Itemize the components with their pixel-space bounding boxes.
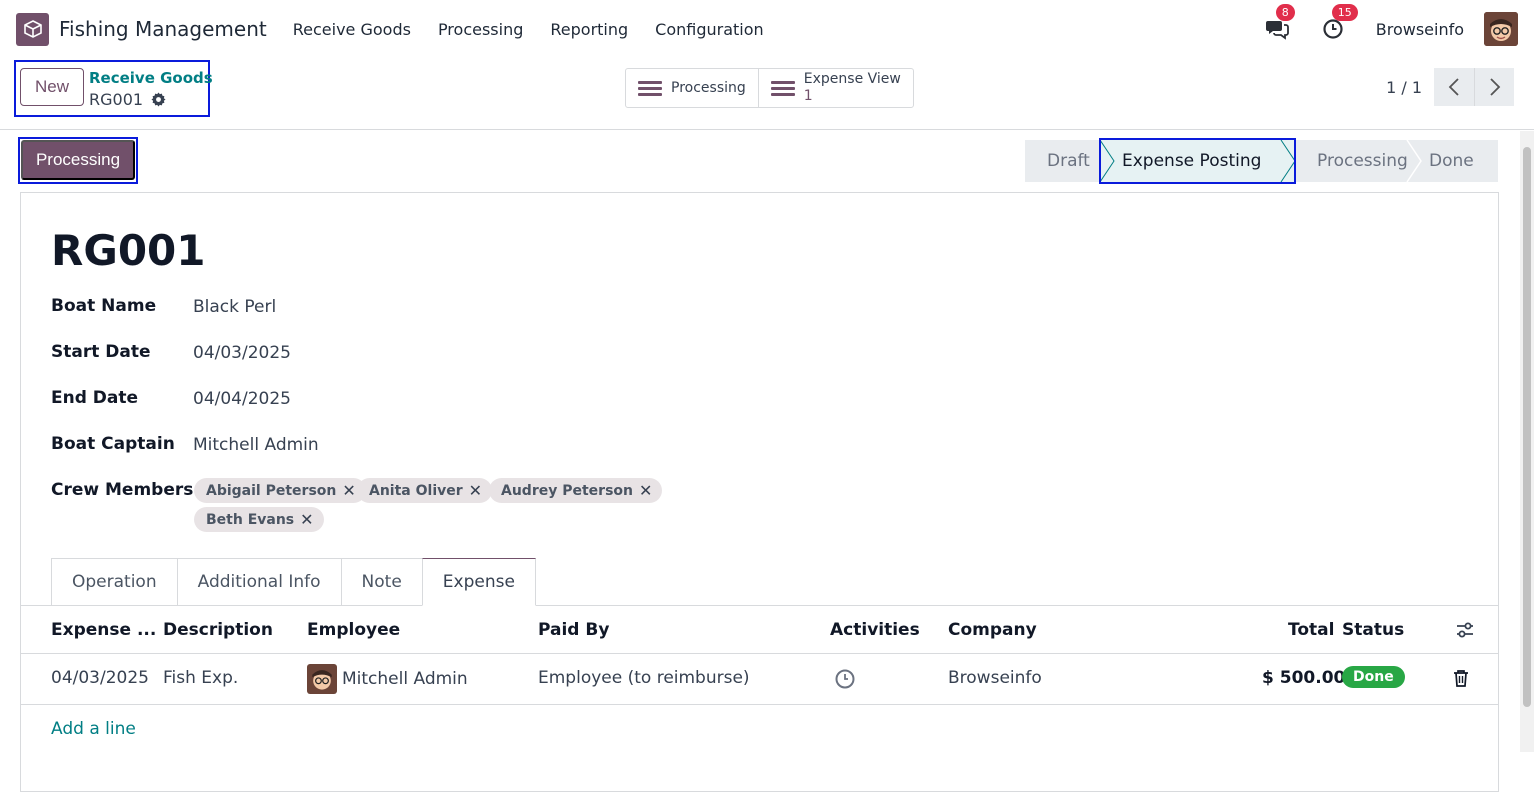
stage-processing-label: Processing (1317, 151, 1408, 171)
column-total[interactable]: Total (1288, 620, 1334, 640)
cell-paid-by: Employee (to reimburse) (538, 668, 750, 688)
user-avatar[interactable] (1484, 12, 1518, 46)
end-date-label: End Date (51, 388, 139, 408)
settings-sliders-icon[interactable] (1456, 621, 1474, 639)
status-badge: Done (1342, 666, 1405, 688)
stage-draft-label: Draft (1047, 151, 1090, 171)
smart-button-expense-view[interactable]: Expense View 1 (759, 69, 913, 107)
smart-button-expense-count: 1 (803, 88, 813, 104)
breadcrumb: Receive Goods RG001 (89, 69, 213, 109)
menu-configuration[interactable]: Configuration (655, 20, 764, 39)
cell-company: Browseinfo (948, 668, 1042, 688)
activities-badge: 15 (1331, 4, 1358, 21)
form-sheet: RG001 Boat Name Black Perl Start Date 04… (20, 192, 1499, 792)
pager: 1 / 1 (1386, 68, 1514, 106)
control-panel: New Receive Goods RG001 Processing Expen… (0, 58, 1534, 130)
app-icon[interactable] (16, 12, 49, 46)
tab-operation[interactable]: Operation (51, 558, 177, 606)
employee-avatar (307, 664, 337, 694)
chevron-right-icon (1489, 78, 1500, 96)
scrollbar-thumb[interactable] (1523, 147, 1531, 707)
column-paid-by[interactable]: Paid By (538, 620, 609, 640)
new-button[interactable]: New (20, 68, 84, 106)
start-date-label: Start Date (51, 342, 151, 362)
menu-reporting[interactable]: Reporting (550, 20, 628, 39)
smart-button-processing-label: Processing (671, 80, 746, 96)
activities-button[interactable]: 15 (1320, 4, 1358, 42)
tab-note[interactable]: Note (340, 558, 422, 606)
breadcrumb-current-label: RG001 (89, 90, 144, 109)
pager-previous-button[interactable] (1434, 68, 1474, 106)
add-line-link[interactable]: Add a line (51, 719, 136, 739)
boat-name-field[interactable]: Black Perl (193, 297, 276, 317)
highlight-box-stage (1099, 138, 1296, 184)
crew-members-label: Crew Members (51, 480, 194, 500)
scrollbar[interactable] (1520, 131, 1534, 752)
trash-icon[interactable] (1453, 669, 1469, 687)
stage-processing[interactable]: Processing (1295, 140, 1408, 182)
smart-buttons: Processing Expense View 1 (625, 68, 914, 108)
pager-value[interactable]: 1 / 1 (1386, 78, 1422, 97)
clock-icon[interactable] (834, 668, 856, 690)
stage-draft[interactable]: Draft (1025, 140, 1100, 182)
chat-icon (1265, 21, 1289, 40)
cell-employee: Mitchell Admin (342, 669, 468, 689)
clock-icon (1323, 19, 1343, 39)
crew-tag-label: Abigail Peterson (206, 482, 337, 499)
cell-total: $ 500.00 (1262, 668, 1346, 688)
boat-captain-label: Boat Captain (51, 434, 175, 454)
table-row[interactable]: 04/03/2025 Fish Exp. Mitchell Admin Empl… (21, 655, 1498, 705)
status-bar: Processing Draft Expense Posting Process… (0, 130, 1534, 192)
column-expense-date[interactable]: Expense ... (51, 620, 156, 640)
column-activities[interactable]: Activities (830, 620, 920, 640)
status-stages: Draft Expense Posting Processing Done (1025, 138, 1498, 184)
crew-tag-label: Anita Oliver (369, 482, 463, 499)
crew-tag[interactable]: Beth Evans ✕ (194, 507, 324, 532)
remove-icon[interactable]: ✕ (639, 481, 652, 500)
app-name[interactable]: Fishing Management (59, 17, 267, 41)
crew-tag[interactable]: Abigail Peterson ✕ (194, 478, 366, 503)
remove-icon[interactable]: ✕ (469, 481, 482, 500)
column-description[interactable]: Description (163, 620, 273, 640)
menu-processing[interactable]: Processing (438, 20, 523, 39)
breadcrumb-current: RG001 (89, 90, 213, 109)
crew-tag-label: Beth Evans (206, 511, 295, 528)
column-company[interactable]: Company (948, 620, 1037, 640)
cell-date: 04/03/2025 (51, 668, 149, 688)
smart-button-processing[interactable]: Processing (626, 69, 759, 107)
list-icon (770, 78, 795, 99)
record-title[interactable]: RG001 (51, 226, 206, 275)
remove-icon[interactable]: ✕ (300, 510, 313, 529)
processing-action-button[interactable]: Processing (21, 140, 135, 180)
stage-done[interactable]: Done (1407, 140, 1498, 182)
end-date-field[interactable]: 04/04/2025 (193, 389, 291, 409)
column-employee[interactable]: Employee (307, 620, 400, 640)
messages-badge: 8 (1275, 4, 1295, 21)
top-navbar: Fishing Management Receive Goods Process… (0, 0, 1534, 58)
gear-icon[interactable] (151, 92, 166, 107)
chevron-left-icon (1448, 78, 1459, 96)
crew-tag-label: Audrey Peterson (501, 482, 633, 499)
company-switcher[interactable]: Browseinfo (1376, 20, 1464, 39)
notebook-tabs: Operation Additional Info Note Expense (51, 558, 536, 606)
crew-tag[interactable]: Audrey Peterson ✕ (489, 478, 663, 503)
smart-button-expense-label: Expense View (803, 71, 901, 87)
table-header: Expense ... Description Employee Paid By… (21, 606, 1498, 654)
remove-icon[interactable]: ✕ (342, 481, 355, 500)
boat-captain-field[interactable]: Mitchell Admin (193, 435, 319, 455)
boat-name-label: Boat Name (51, 296, 157, 316)
cell-description: Fish Exp. (163, 668, 239, 688)
tab-expense[interactable]: Expense (421, 558, 536, 606)
pager-next-button[interactable] (1474, 68, 1514, 106)
column-status[interactable]: Status (1342, 620, 1404, 640)
stage-done-label: Done (1429, 151, 1474, 171)
messages-button[interactable]: 8 (1264, 4, 1295, 42)
list-icon (638, 78, 662, 99)
start-date-field[interactable]: 04/03/2025 (193, 343, 291, 363)
menu-receive-goods[interactable]: Receive Goods (293, 20, 411, 39)
breadcrumb-parent-link[interactable]: Receive Goods (89, 69, 213, 87)
crew-tag[interactable]: Anita Oliver ✕ (357, 478, 493, 503)
tab-additional-info[interactable]: Additional Info (176, 558, 341, 606)
